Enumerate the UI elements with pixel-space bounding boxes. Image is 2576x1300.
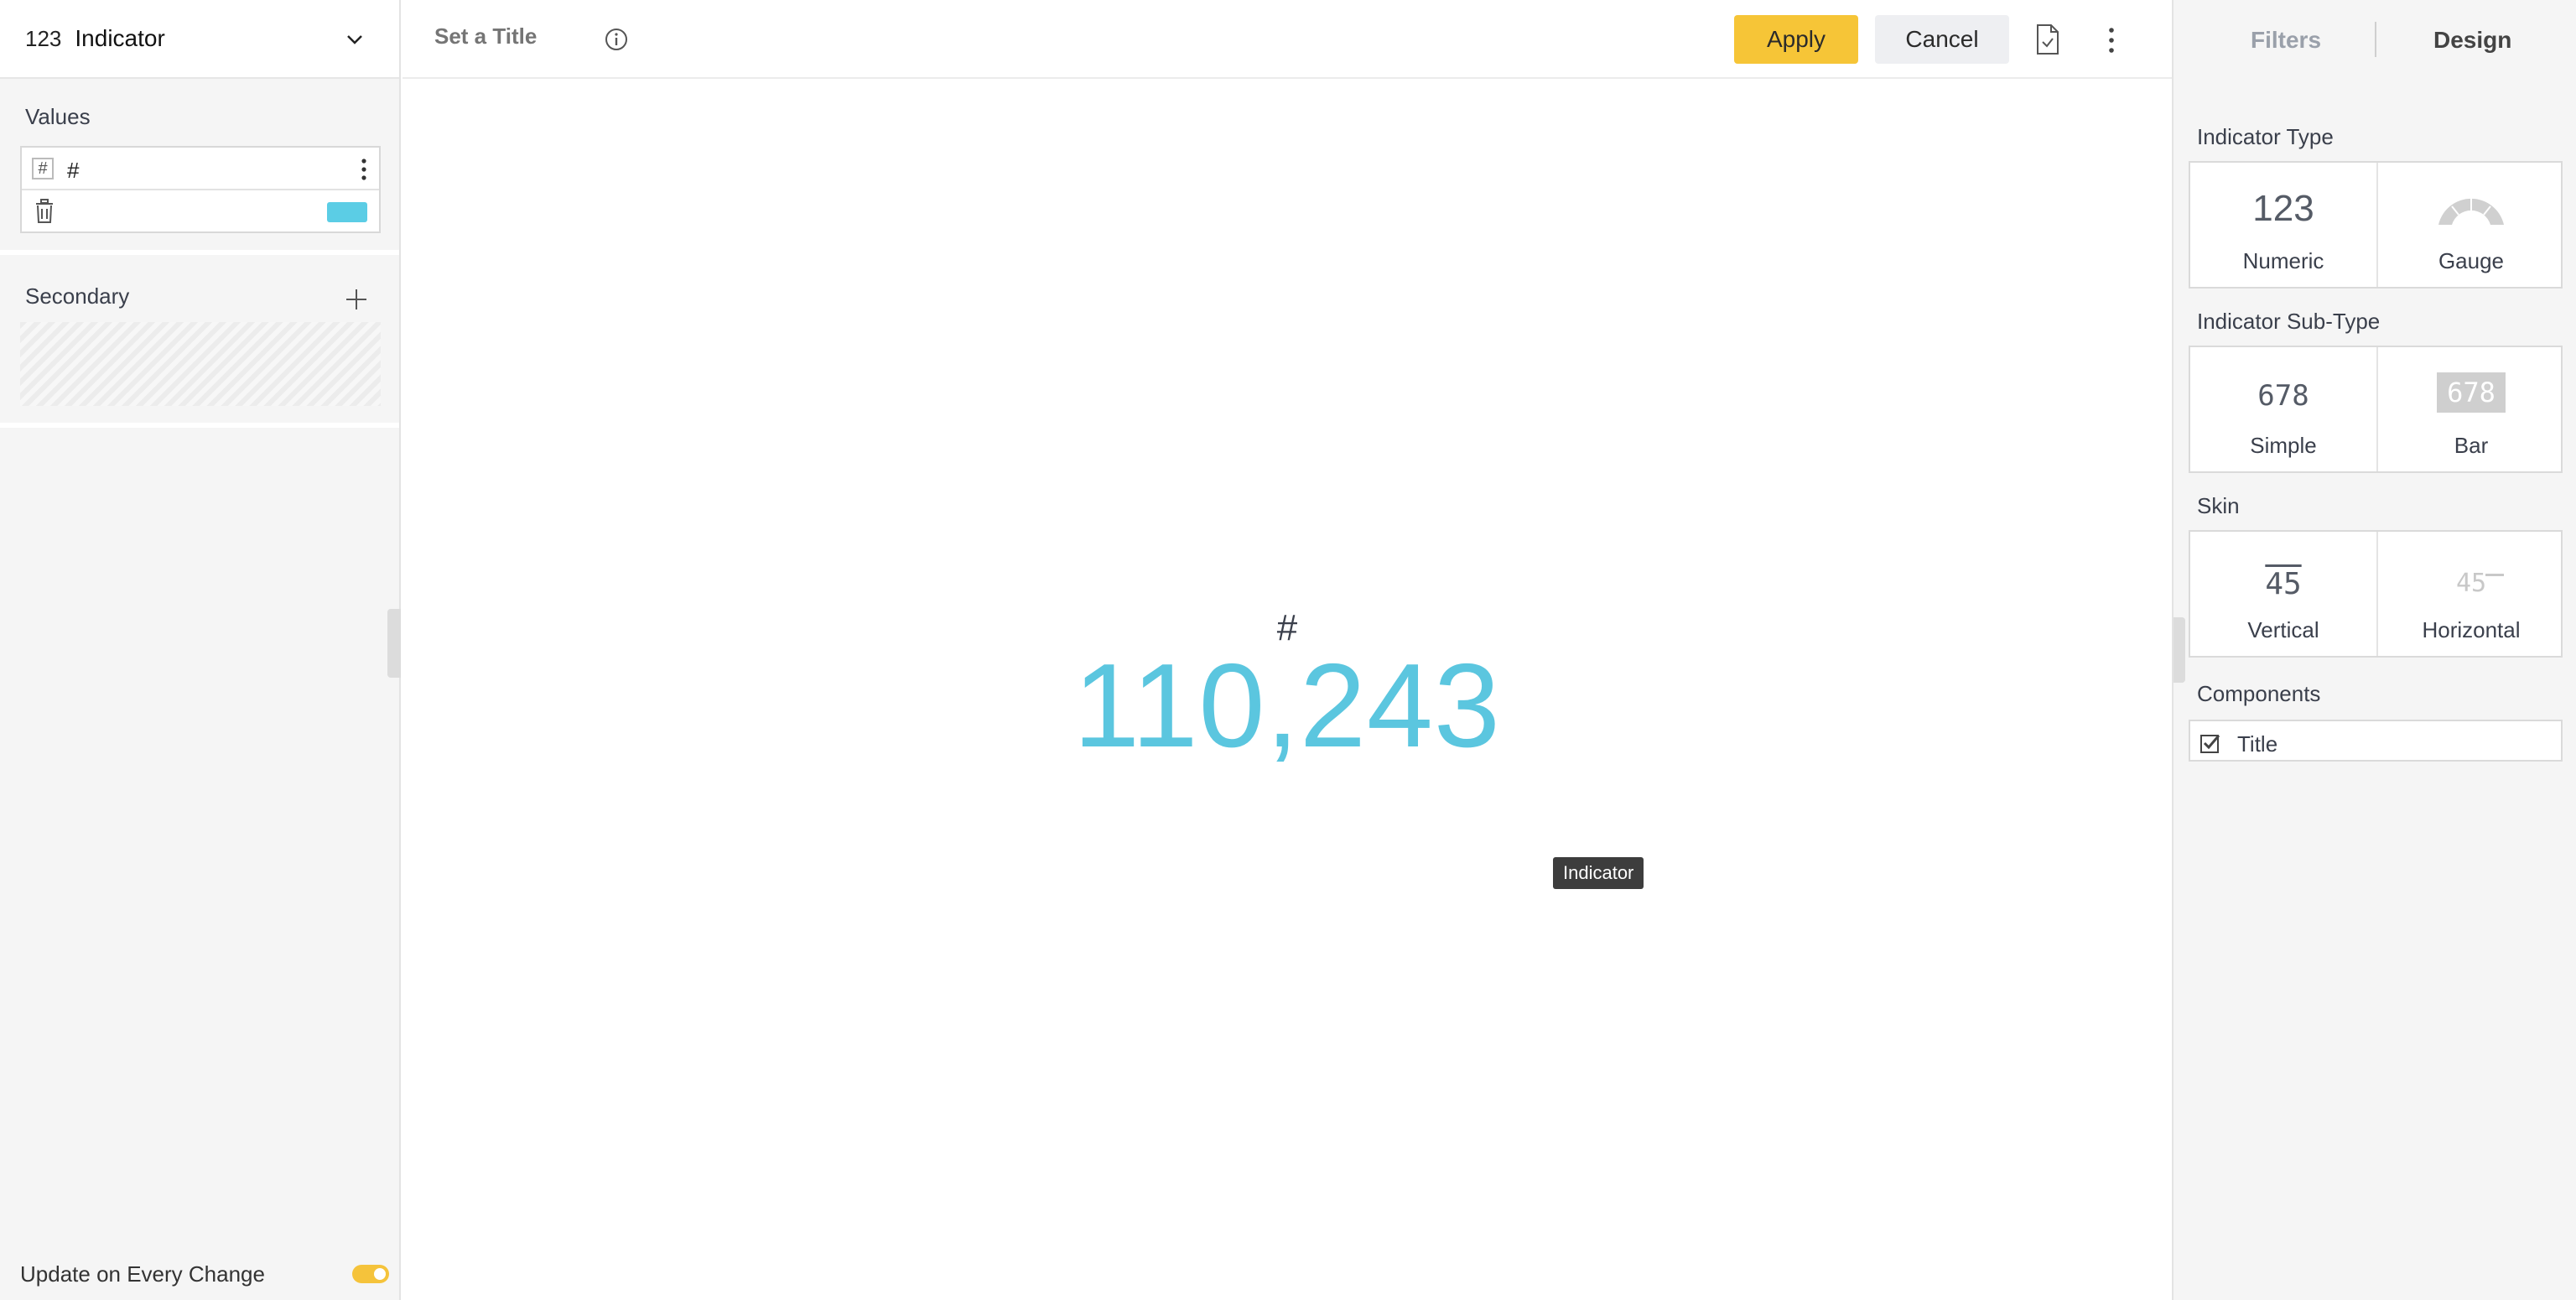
collapse-right-panel-handle[interactable] <box>2174 617 2185 683</box>
option-label: Horizontal <box>2422 617 2521 642</box>
value-item-header: # # <box>22 148 379 190</box>
tab-design[interactable]: Design <box>2433 27 2511 54</box>
numeric-type-icon: # <box>32 158 54 179</box>
widget-canvas: # 110,243 Indicator <box>402 81 2172 1300</box>
color-swatch[interactable] <box>327 202 367 222</box>
plus-icon[interactable] <box>344 287 369 312</box>
chevron-down-icon[interactable] <box>344 29 366 50</box>
option-label: Vertical <box>2247 617 2319 642</box>
gauge-icon <box>2438 198 2504 225</box>
horizontal-line-icon <box>2485 574 2504 576</box>
option-numeric[interactable]: 123 Numeric <box>2190 163 2376 287</box>
skin-options: 45 Vertical 45 Horizontal <box>2189 530 2563 658</box>
option-vertical[interactable]: 45 Vertical <box>2190 532 2376 656</box>
component-title-row[interactable]: Title <box>2189 720 2563 762</box>
secondary-title: Secondary <box>25 283 130 309</box>
tab-separator <box>2375 22 2376 57</box>
update-on-change-label: Update on Every Change <box>20 1261 265 1287</box>
value-item-name: # <box>67 158 80 183</box>
info-icon[interactable] <box>604 27 629 52</box>
indicator-subtype-title: Indicator Sub-Type <box>2197 309 2381 334</box>
more-options-icon[interactable] <box>2108 27 2115 54</box>
horizontal-skin-icon: 45 <box>2455 569 2487 598</box>
option-label: Gauge <box>2438 248 2505 273</box>
left-panel: 123 Indicator Values # # Secondary Updat… <box>0 0 401 1300</box>
file-check-icon[interactable] <box>2034 23 2061 55</box>
update-on-change-toggle[interactable] <box>352 1265 389 1283</box>
components-title: Components <box>2197 681 2321 706</box>
right-panel: Filters Design Indicator Type 123 Numeri… <box>2172 0 2576 1300</box>
toggle-knob <box>372 1266 387 1282</box>
apply-button[interactable]: Apply <box>1734 15 1858 64</box>
value-menu-icon[interactable] <box>361 158 367 181</box>
panel-tabs: Filters Design <box>2174 0 2576 79</box>
vertical-skin-icon: 45 <box>2265 567 2302 601</box>
numeric-icon: 123 <box>25 25 62 51</box>
option-label: Numeric <box>2242 248 2324 273</box>
toolbar: Apply Cancel <box>402 0 2172 79</box>
option-bar[interactable]: 678 Bar <box>2378 347 2564 471</box>
title-input[interactable] <box>434 23 569 49</box>
option-simple[interactable]: 678 Simple <box>2190 347 2376 471</box>
simple-digits-icon: 678 <box>2257 379 2309 413</box>
option-label: Bar <box>2454 433 2489 458</box>
bar-digits-icon: 678 <box>2437 372 2506 413</box>
value-item[interactable]: # # <box>20 146 381 233</box>
widget-type-selector[interactable]: 123 Indicator <box>0 0 399 79</box>
tooltip: Indicator <box>1553 857 1644 889</box>
checkbox-checked-icon[interactable] <box>2200 733 2220 753</box>
skin-title: Skin <box>2197 493 2240 518</box>
option-horizontal[interactable]: 45 Horizontal <box>2378 532 2564 656</box>
option-label: Simple <box>2250 433 2317 458</box>
component-label: Title <box>2237 731 2278 757</box>
indicator-value: 110,243 <box>1073 639 1501 772</box>
tab-filters[interactable]: Filters <box>2251 27 2321 54</box>
option-gauge[interactable]: Gauge <box>2378 163 2564 287</box>
section-divider <box>0 423 399 428</box>
value-item-actions <box>22 190 379 232</box>
indicator-type-title: Indicator Type <box>2197 124 2334 149</box>
collapse-left-panel-handle[interactable] <box>387 609 401 678</box>
cancel-button[interactable]: Cancel <box>1875 15 2009 64</box>
widget-type-label: Indicator <box>75 25 165 51</box>
indicator-subtype-options: 678 Simple 678 Bar <box>2189 346 2563 473</box>
indicator-type-options: 123 Numeric Gauge <box>2189 161 2563 289</box>
values-title: Values <box>25 104 91 129</box>
trash-icon[interactable] <box>34 199 55 224</box>
secondary-drop-zone[interactable] <box>20 322 381 406</box>
numeric-icon: 123 <box>2252 188 2314 229</box>
